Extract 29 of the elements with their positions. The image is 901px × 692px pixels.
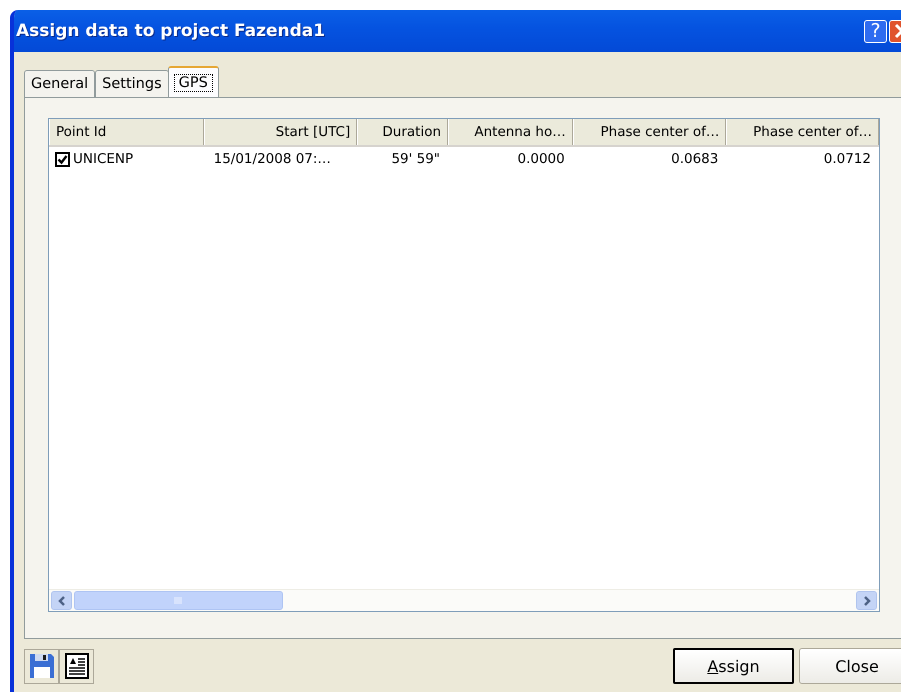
chevron-left-icon	[58, 596, 66, 606]
table-cell-text: 0.0683	[670, 151, 720, 167]
tab[interactable]: General	[24, 70, 96, 97]
tab[interactable]: Settings	[95, 70, 169, 97]
table-cell-text: 15/01/2008 07:…	[212, 151, 332, 167]
grip-icon	[174, 597, 183, 604]
help-button[interactable]: ?	[864, 20, 887, 42]
column-header[interactable]: Duration	[357, 119, 448, 145]
document-icon	[64, 653, 88, 679]
report-button[interactable]	[59, 648, 94, 684]
tab[interactable]: GPS	[168, 66, 219, 97]
dialog-button[interactable]: Assign	[673, 648, 794, 684]
scroll-right-button[interactable]	[856, 591, 877, 610]
column-header[interactable]: Start [UTC]	[204, 119, 358, 145]
table-cell-text: 0.0712	[822, 151, 872, 167]
chevron-right-icon	[862, 596, 870, 606]
column-header[interactable]: Antenna ho…	[448, 119, 573, 145]
column-header[interactable]: Phase center of…	[726, 119, 879, 145]
column-header[interactable]: Phase center of…	[572, 119, 726, 145]
table-cell-text: 0.0000	[516, 151, 566, 167]
scroll-left-button[interactable]	[51, 591, 72, 610]
checkbox[interactable]	[55, 152, 70, 166]
dialog-button[interactable]: Close	[799, 648, 901, 684]
table-cell: UNICENP	[73, 151, 134, 167]
save-button[interactable]	[24, 648, 59, 684]
column-header[interactable]: Point Id	[49, 119, 204, 145]
scrollbar-thumb[interactable]	[74, 591, 283, 610]
table-cell-text: 59' 59"	[390, 151, 442, 167]
window-title: Assign data to project Fazenda1	[16, 21, 326, 41]
